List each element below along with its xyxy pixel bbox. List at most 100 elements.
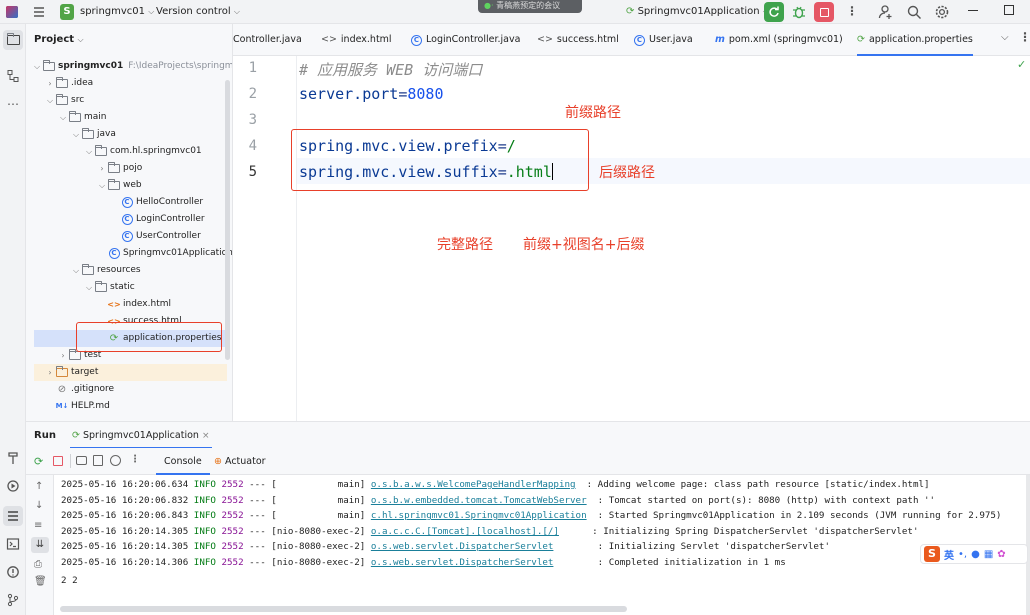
more-icon[interactable]: ⋮ [130,454,140,465]
settings-button[interactable] [934,4,950,20]
console-line: 2025-05-16 16:20:14.305 INFO 2552 --- [n… [61,539,830,555]
editor-tab[interactable]: CController.java [233,24,302,56]
tree-node[interactable]: ⌵ resources [71,262,141,279]
chevron-right-icon[interactable]: › [97,160,107,177]
run-config-tab[interactable]: ⟳ Springmvc01Application × [70,422,212,449]
chevron-right-icon[interactable]: › [58,347,68,364]
tree-node[interactable]: <> index.html [97,296,171,313]
tree-node[interactable]: ⌵ com.hl.springmvc01 [84,143,202,160]
debug-button[interactable] [791,4,807,20]
more-actions-icon[interactable]: ⋮ [846,4,858,18]
tabs-more-icon[interactable]: ⋮ [1019,30,1030,44]
screenshot-icon[interactable] [76,456,87,465]
log-msg: : Adding welcome page: class path resour… [575,479,930,490]
console-output[interactable]: 2025-05-16 16:20:06.634 INFO 2552 --- [ … [54,475,1030,615]
console-tab[interactable]: Console [156,448,210,475]
vcs-menu[interactable]: Version control ⌵ [156,6,240,17]
search-button[interactable] [906,4,922,20]
chevron-down-icon[interactable]: ⌵ [58,109,68,126]
scroll-to-end-icon[interactable]: ⇊ [31,537,49,553]
code-editor[interactable]: 1 2 3 4 5 # 应用服务 WEB 访问端口 server.port=80… [233,56,1030,421]
log-msg: : Completed initialization in 1 ms [553,557,786,568]
tree-node[interactable]: ⌵ src [45,92,84,109]
log-logger[interactable]: o.s.web.servlet.DispatcherServlet [371,541,554,552]
editor-tab[interactable]: C User.java [634,24,693,56]
project-panel-header[interactable]: Project ⌵ [34,34,84,45]
tree-node[interactable]: ⌵ java [71,126,116,143]
tree-node[interactable]: ⌵ web [97,177,142,194]
ime-toolbar[interactable]: S 英 •, ● ▦ ✿ [920,544,1028,564]
main-menu-icon[interactable] [32,5,46,19]
chevron-down-icon[interactable]: ⌵ [84,143,94,160]
chevron-down-icon[interactable]: ⌵ [32,58,42,75]
tree-node[interactable]: ⊘ .gitignore [45,381,114,398]
terminal-tool-button[interactable] [3,534,23,554]
tree-node[interactable]: › target [34,364,227,381]
close-icon[interactable]: × [202,431,210,441]
project-switcher[interactable]: springmvc01 ⌵ [80,6,154,17]
editor-tab[interactable]: <> success.html [537,24,619,56]
arrow-up-icon[interactable]: ↑ [35,481,43,492]
run-config-selector[interactable]: ⟳ Springmvc01Application ⌵ [626,6,769,17]
problems-tool-button[interactable] [3,562,23,582]
chevron-down-icon[interactable]: ⌵ [71,262,81,279]
tree-node[interactable]: C Springmvc01Application [97,245,232,262]
more-tools-icon[interactable]: ⋯ [3,94,23,114]
stop-button[interactable] [814,2,834,22]
tree-node[interactable]: ⌵ static [84,279,135,296]
restore-layout-icon[interactable] [93,455,103,466]
git-tool-button[interactable] [3,590,23,610]
editor-tab[interactable]: C LoginController.java [411,24,520,56]
trash-icon[interactable]: 🗑 [34,576,47,587]
console-hscrollbar[interactable] [60,606,627,612]
log-thread: main] [276,479,366,490]
editor-tab[interactable]: m pom.xml (springmvc01) [715,24,843,56]
add-user-button[interactable] [878,4,894,20]
no-problems-check-icon[interactable]: ✓ [1017,58,1026,71]
terminal-icon [6,538,20,550]
editor-tab[interactable]: <> index.html [321,24,392,56]
tree-node[interactable]: C HelloController [110,194,203,211]
stop-icon[interactable] [53,456,63,466]
soft-wrap-icon[interactable]: ≡ [34,520,42,531]
run-tool-button[interactable] [3,506,23,526]
tree-node[interactable]: › pojo [97,160,142,177]
log-logger[interactable]: o.s.web.servlet.DispatcherServlet [371,557,554,568]
log-logger[interactable]: o.a.c.c.C.[Tomcat].[localhost].[/] [371,526,559,537]
tree-node[interactable]: C LoginController [110,211,205,228]
console-line: 2025-05-16 16:20:14.306 INFO 2552 --- [n… [61,555,786,571]
chevron-down-icon[interactable]: ⌵ [45,92,55,109]
tree-node[interactable]: C UserController [110,228,201,245]
log-logger[interactable]: c.hl.springmvc01.Springmvc01Application [371,510,587,521]
rerun-button[interactable] [764,2,784,22]
chevron-down-icon[interactable]: ⌵ [71,126,81,143]
log-logger[interactable]: o.s.b.a.w.s.WelcomePageHandlerMapping [371,479,576,490]
tree-node[interactable]: M↓ HELP.md [45,398,110,415]
print-icon[interactable]: ⎙ [34,559,42,570]
chevron-down-icon[interactable]: ⌵ [97,177,107,194]
tree-node[interactable]: › .idea [45,75,93,92]
structure-tool-button[interactable] [3,66,23,86]
build-tool-button[interactable] [3,448,23,468]
threads-icon[interactable] [110,455,121,466]
services-tool-button[interactable] [3,476,23,496]
editor-tab[interactable]: ⟳ application.properties [857,24,973,56]
actuator-tab[interactable]: ⊕ Actuator [214,448,266,475]
arrow-down-icon[interactable]: ↓ [35,500,43,511]
chevron-right-icon[interactable]: › [45,364,55,381]
tree-node-label: target [71,367,99,377]
chevron-right-icon[interactable]: › [45,75,55,92]
html-file-icon: <> [537,34,553,45]
tab-list-chevron-icon[interactable]: ⌵ [1001,32,1009,43]
tree-node[interactable]: ⌵ main [58,109,107,126]
tree-scrollbar[interactable] [225,80,230,360]
project-tool-button[interactable] [3,30,23,50]
problems-icon [7,566,19,578]
meeting-notice[interactable]: ●· 青稿燕预定的会议 [478,0,582,13]
maximize-button[interactable] [1004,5,1014,15]
minimize-button[interactable] [968,10,978,12]
tree-node[interactable]: ⌵ springmvc01 F:\IdeaProjects\springmvc0 [32,58,232,75]
log-logger[interactable]: o.s.b.w.embedded.tomcat.TomcatWebServer [371,495,587,506]
chevron-down-icon[interactable]: ⌵ [84,279,94,296]
rerun-icon[interactable]: ⟳ [34,455,43,468]
